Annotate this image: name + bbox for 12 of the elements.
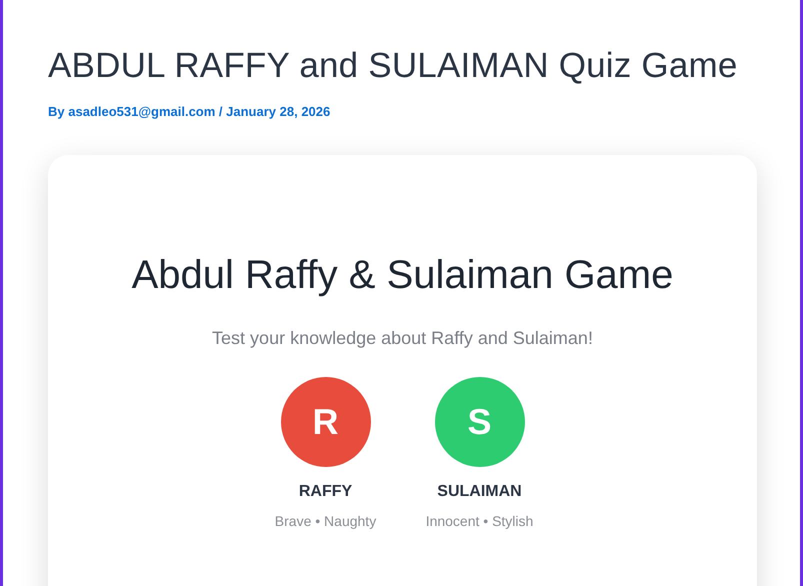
player-avatar: R — [280, 377, 370, 467]
date-link[interactable]: January 28, 2026 — [226, 104, 330, 119]
player-name: RAFFY — [298, 483, 352, 501]
post-title: ABDUL RAFFY and SULAIMAN Quiz Game — [48, 46, 739, 86]
player-traits: Brave • Naughty — [274, 513, 376, 529]
game-title: Abdul Raffy & Sulaiman Game — [132, 253, 674, 298]
game-subtitle: Test your knowledge about Raffy and Sulaiman! — [212, 328, 593, 349]
byline: By asadleo531@gmail.com / January 28, 2026 — [48, 104, 332, 119]
player-traits: Innocent • Stylish — [426, 513, 534, 529]
player-name: SULAIMAN — [437, 483, 522, 501]
player-avatar: S — [434, 377, 524, 467]
author-link[interactable]: asadleo531@gmail.com — [68, 104, 216, 119]
